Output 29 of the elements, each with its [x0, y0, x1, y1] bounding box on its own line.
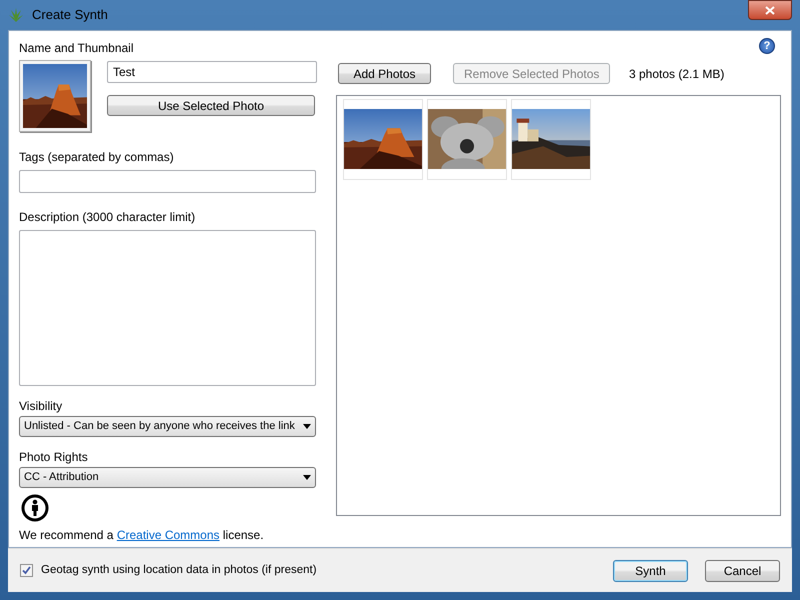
visibility-dropdown[interactable]: Unlisted - Can be seen by anyone who receives the link [19, 416, 316, 437]
close-button[interactable] [748, 0, 792, 20]
description-field[interactable] [19, 230, 316, 386]
field-label: Photo Rights [19, 450, 89, 464]
synth-button[interactable]: Synth [613, 560, 688, 582]
tags-field[interactable] [19, 170, 316, 193]
attribution-icon [21, 494, 49, 522]
cancel-button[interactable]: Cancel [705, 560, 780, 582]
photo-tile[interactable] [343, 99, 423, 180]
close-icon [765, 6, 775, 14]
license-note: We recommend a Creative Commons license. [19, 528, 265, 542]
name-field[interactable]: Test [107, 61, 317, 83]
checkbox-label: Geotag synth using location data in photos (if present) [41, 562, 317, 578]
photo-tile[interactable] [427, 99, 507, 180]
field-label: Description (3000 character limit) [19, 210, 196, 224]
rights-dropdown[interactable]: CC - Attribution [19, 467, 316, 488]
leaf-icon [8, 7, 24, 23]
caret-icon [303, 424, 311, 429]
photo-tile[interactable] [511, 99, 591, 180]
creative-commons-link[interactable]: Creative Commons [116, 528, 220, 542]
add-photos-button[interactable]: Add Photos [338, 63, 431, 84]
field-label: Visibility [19, 399, 64, 413]
section-label: Name and Thumbnail [19, 41, 135, 55]
field-label: Tags (separated by commas) [19, 150, 175, 164]
window-title: Create Synth [32, 6, 108, 24]
photo-count: 3 photos (2.1 MB) [629, 66, 724, 82]
caret-icon [303, 475, 311, 480]
checkbox[interactable] [20, 564, 33, 577]
use-photo-button[interactable]: Use Selected Photo [107, 95, 315, 116]
